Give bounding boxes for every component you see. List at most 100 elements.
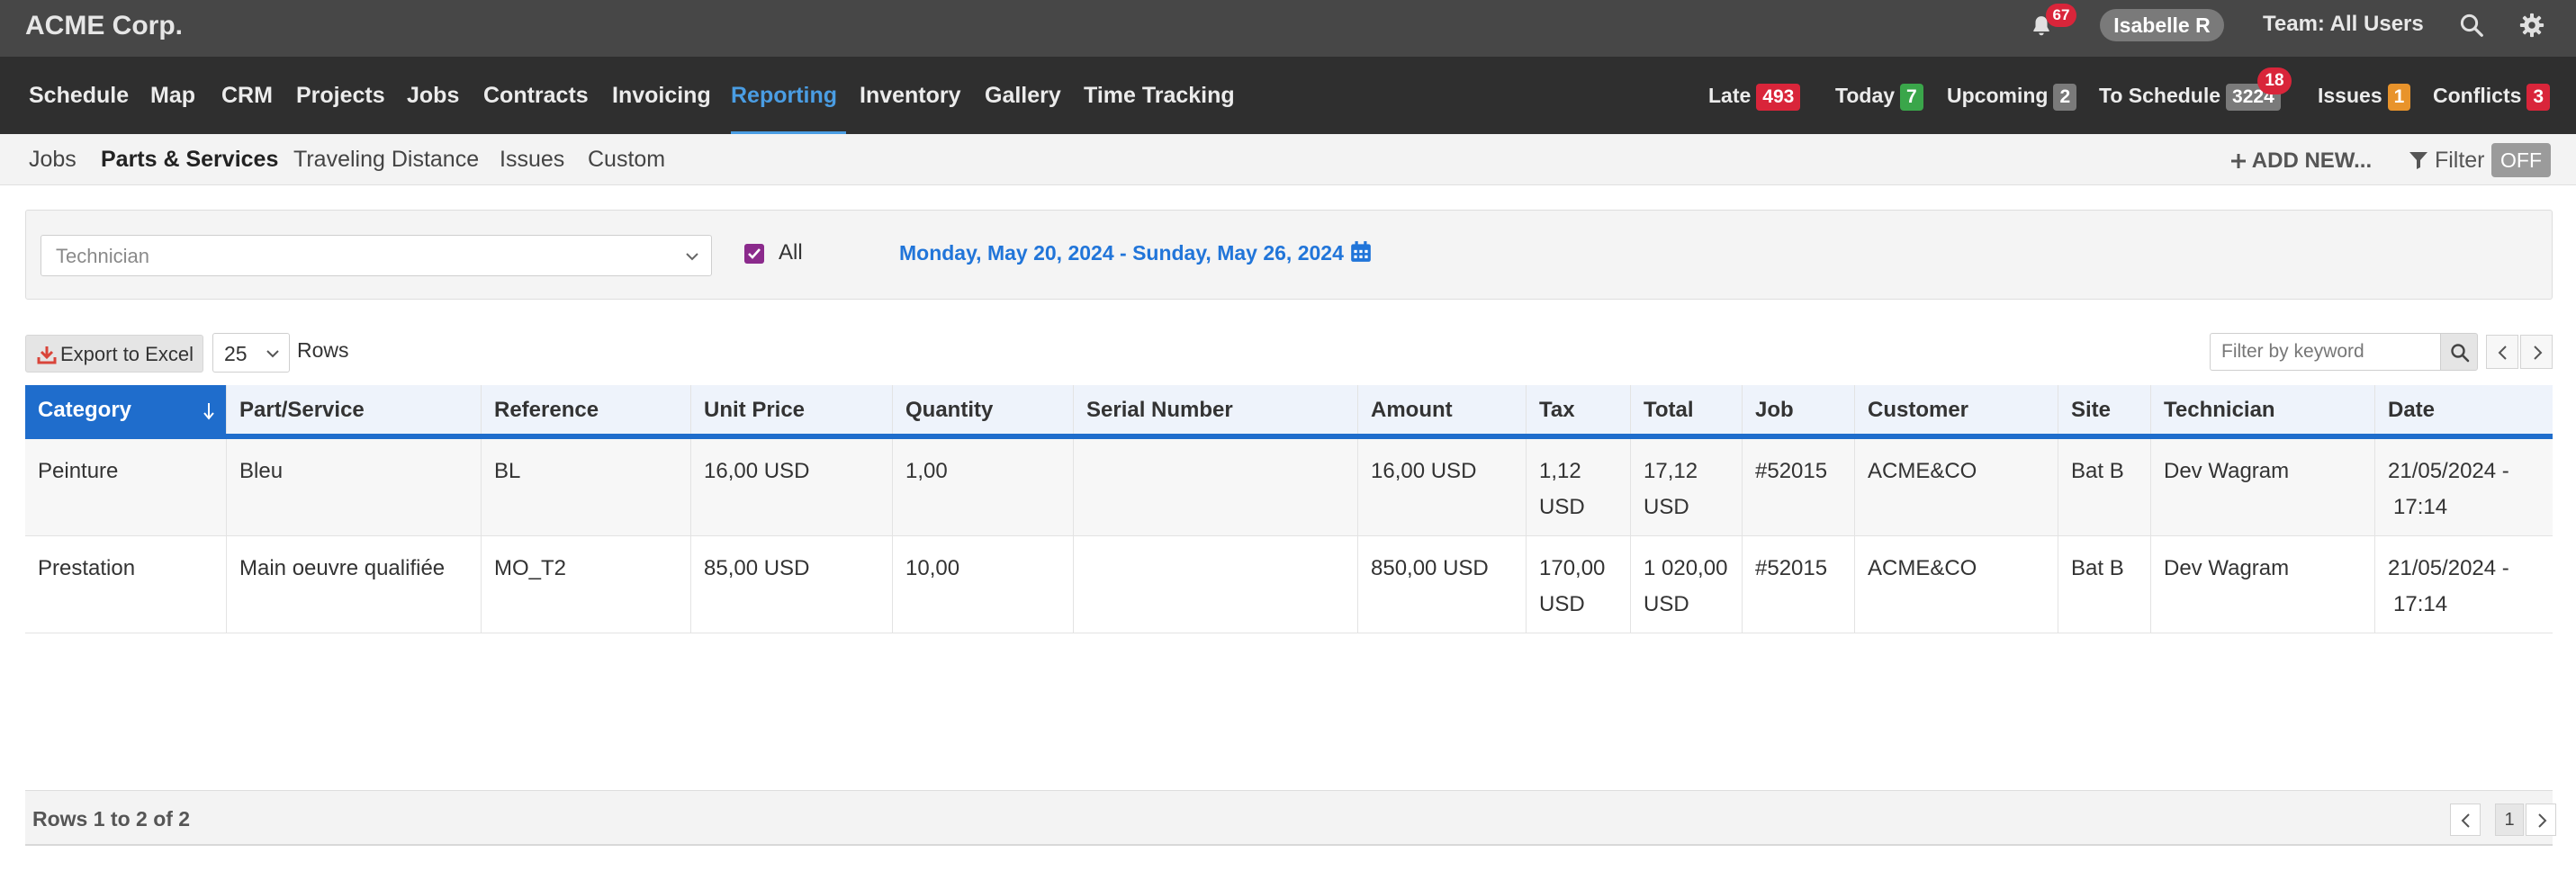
- nav-contracts[interactable]: Contracts: [483, 57, 589, 134]
- header-total-label: Total: [1644, 398, 1694, 422]
- column-technician: Technician Dev Wagram Dev Wagram: [2151, 385, 2375, 633]
- cell-total-value: 1 020,00: [1644, 556, 1728, 580]
- cell-reference: MO_T2: [494, 556, 567, 580]
- page-1-button[interactable]: 1: [2495, 804, 2524, 836]
- columns-next-button[interactable]: [2520, 335, 2553, 369]
- date-range-picker[interactable]: Monday, May 20, 2024 - Sunday, May 26, 2…: [899, 241, 1344, 265]
- nav-jobs[interactable]: Jobs: [407, 57, 459, 134]
- header-part-service-label: Part/Service: [239, 398, 365, 422]
- gear-icon[interactable]: [2518, 12, 2545, 39]
- rows-per-page-select[interactable]: 25: [212, 333, 290, 373]
- export-label: Export to Excel: [60, 343, 194, 365]
- header-site[interactable]: Site: [2058, 385, 2150, 436]
- header-reference-label: Reference: [494, 398, 599, 422]
- header-part-service[interactable]: Part/Service: [227, 385, 481, 436]
- nav-projects[interactable]: Projects: [296, 57, 385, 134]
- prev-page-button[interactable]: [2450, 804, 2481, 836]
- cell-job-link[interactable]: #52015: [1755, 453, 1845, 489]
- cell-date-time: 17:14: [2393, 592, 2448, 616]
- subtab-issues[interactable]: Issues: [500, 134, 564, 185]
- header-customer-label: Customer: [1868, 398, 1969, 422]
- header-total[interactable]: Total: [1631, 385, 1742, 436]
- cell-reference: BL: [494, 459, 521, 483]
- parts-services-table: Category Peinture Prestation Part/Servic…: [25, 385, 2553, 633]
- header-reference[interactable]: Reference: [482, 385, 690, 436]
- stat-issues[interactable]: Issues 1: [2318, 57, 2411, 134]
- keyword-filter-input[interactable]: [2210, 333, 2440, 371]
- add-new-button[interactable]: ADD NEW...: [2230, 134, 2372, 185]
- nav-gallery[interactable]: Gallery: [985, 57, 1061, 134]
- columns-prev-button[interactable]: [2486, 335, 2518, 369]
- nav-map[interactable]: Map: [150, 57, 195, 134]
- technician-placeholder: Technician: [56, 245, 149, 267]
- stat-conflicts-count: 3: [2526, 83, 2551, 111]
- nav-crm[interactable]: CRM: [221, 57, 273, 134]
- cell-part-service: Main oeuvre qualifiée: [239, 556, 446, 580]
- filter-toggle[interactable]: OFF: [2491, 143, 2551, 177]
- header-site-label: Site: [2071, 398, 2112, 422]
- download-icon: [37, 346, 57, 364]
- all-checkbox[interactable]: [744, 244, 764, 264]
- add-new-label: ADD NEW...: [2251, 148, 2373, 173]
- header-customer[interactable]: Customer: [1855, 385, 2058, 436]
- cell-amount: 850,00 USD: [1371, 556, 1489, 580]
- brand-logo[interactable]: ACME Corp.: [25, 11, 183, 41]
- header-job-label: Job: [1755, 398, 1794, 422]
- filter-button[interactable]: Filter: [2409, 147, 2485, 174]
- search-icon[interactable]: [2458, 12, 2485, 39]
- cell-quantity: 1,00: [905, 459, 948, 483]
- subtab-custom[interactable]: Custom: [588, 134, 665, 185]
- nav-inventory[interactable]: Inventory: [860, 57, 961, 134]
- header-tax[interactable]: Tax: [1527, 385, 1630, 436]
- nav-invoicing[interactable]: Invoicing: [612, 57, 711, 134]
- next-page-button[interactable]: [2526, 804, 2556, 836]
- column-category: Category Peinture Prestation: [25, 385, 227, 633]
- team-selector[interactable]: Team: All Users: [2263, 12, 2424, 37]
- subtab-traveling-distance[interactable]: Traveling Distance: [293, 134, 479, 185]
- stat-upcoming-count: 2: [2053, 83, 2077, 111]
- stat-today-count: 7: [1900, 83, 1923, 111]
- stat-late-label: Late: [1708, 84, 1752, 107]
- cell-total-currency: USD: [1644, 495, 1689, 519]
- header-category[interactable]: Category: [25, 385, 226, 436]
- stat-conflicts[interactable]: Conflicts 3: [2433, 57, 2551, 134]
- cell-technician: Dev Wagram: [2164, 556, 2290, 580]
- user-menu[interactable]: Isabelle R: [2100, 9, 2224, 41]
- calendar-icon[interactable]: [1349, 240, 1373, 264]
- column-quantity: Quantity 1,00 10,00: [893, 385, 1074, 633]
- nav-reporting-label: Reporting: [731, 83, 838, 108]
- technician-select[interactable]: Technician: [41, 235, 712, 276]
- cell-customer: ACME&CO: [1868, 556, 1977, 580]
- cell-total-value: 17,12: [1644, 459, 1698, 483]
- stat-upcoming[interactable]: Upcoming 2: [1947, 57, 2077, 134]
- header-technician-label: Technician: [2164, 398, 2275, 422]
- column-total: Total 17,12 USD 1 020,00 USD: [1631, 385, 1743, 633]
- header-unit-price-label: Unit Price: [704, 398, 806, 422]
- header-technician[interactable]: Technician: [2151, 385, 2374, 436]
- header-unit-price[interactable]: Unit Price: [691, 385, 892, 436]
- stat-today[interactable]: Today 7: [1835, 57, 1923, 134]
- cell-job-link[interactable]: #52015: [1755, 551, 1845, 587]
- subtab-parts-services[interactable]: Parts & Services: [101, 134, 278, 185]
- stat-late[interactable]: Late 493: [1708, 57, 1801, 134]
- nav-schedule[interactable]: Schedule: [29, 57, 129, 134]
- cell-date-day: 21/05/2024 -: [2388, 459, 2509, 483]
- chevron-right-icon: [2534, 346, 2543, 360]
- header-serial-number-label: Serial Number: [1086, 398, 1233, 422]
- subtab-jobs[interactable]: Jobs: [29, 134, 77, 185]
- header-amount[interactable]: Amount: [1358, 385, 1526, 436]
- column-amount: Amount 16,00 USD 850,00 USD: [1358, 385, 1527, 633]
- nav-reporting[interactable]: Reporting: [731, 57, 846, 134]
- filter-panel: Technician All Monday, May 20, 2024 - Su…: [25, 210, 2553, 300]
- header-date[interactable]: Date: [2375, 385, 2553, 436]
- header-serial-number[interactable]: Serial Number: [1074, 385, 1357, 436]
- nav-time-tracking[interactable]: Time Tracking: [1084, 57, 1235, 134]
- column-part-service: Part/Service Bleu Main oeuvre qualifiée: [227, 385, 482, 633]
- stat-to-schedule[interactable]: To Schedule 3224: [2099, 57, 2281, 134]
- cell-total: 17,12 USD: [1644, 453, 1733, 525]
- header-quantity[interactable]: Quantity: [893, 385, 1073, 436]
- export-excel-button[interactable]: Export to Excel: [25, 335, 203, 373]
- plus-icon: [2231, 154, 2246, 168]
- header-job[interactable]: Job: [1743, 385, 1854, 436]
- keyword-search-button[interactable]: [2440, 333, 2478, 371]
